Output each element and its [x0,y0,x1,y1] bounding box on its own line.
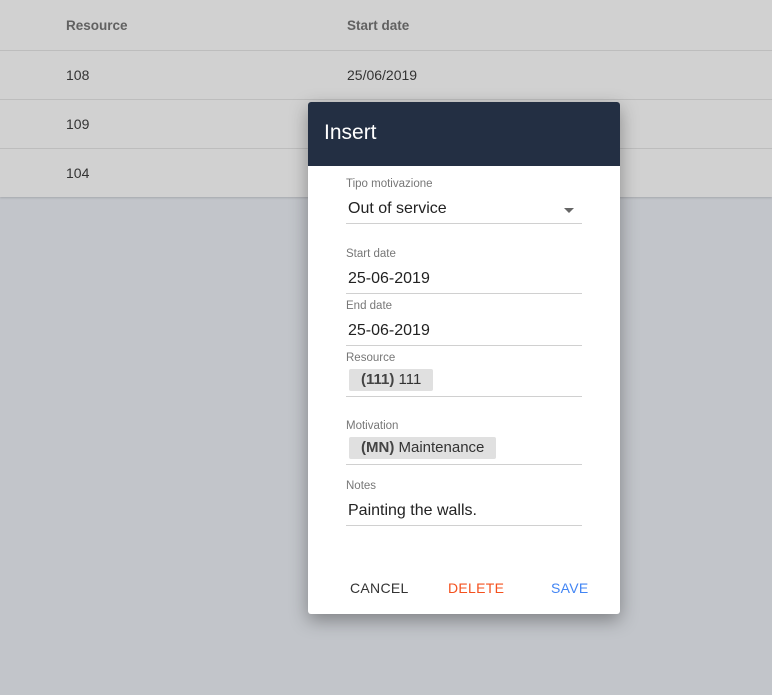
motivation-label: Motivation [346,420,399,432]
resource-chip[interactable]: (111) 111 [349,369,434,391]
motivation-chip[interactable]: (MN) Maintenance [349,437,497,459]
notes-value: Painting the walls. [348,502,477,519]
resource-label: Resource [346,352,396,364]
start-date-label: Start date [346,248,396,260]
start-date-field[interactable]: Start date 25-06-2019 [346,248,582,294]
dropdown-arrow-icon[interactable] [564,208,574,213]
end-date-label: End date [346,300,393,312]
end-date-value: 25-06-2019 [348,322,430,339]
dialog-title: Insert [324,121,377,144]
motivation-field[interactable]: Motivation (MN) Maintenance [346,420,582,465]
dialog-header: Insert [308,102,620,166]
tipo-motivazione-select[interactable]: Tipo motivazione Out of service [346,178,582,224]
resource-field[interactable]: Resource (111) 111 [346,352,582,397]
cell-resource: 109 [66,116,90,132]
table-header: Resource Start date [0,0,772,51]
notes-label: Notes [346,480,377,492]
cell-start-date: 25/06/2019 [347,67,418,83]
cell-resource: 104 [66,165,90,181]
notes-field[interactable]: Notes Painting the walls. [346,480,582,526]
delete-button[interactable]: DELETE [448,580,504,596]
end-date-field[interactable]: End date 25-06-2019 [346,300,582,346]
tipo-motivazione-label: Tipo motivazione [346,178,433,190]
tipo-motivazione-value: Out of service [348,200,447,217]
table-row[interactable]: 108 25/06/2019 [0,51,772,100]
column-header-start-date[interactable]: Start date [347,0,409,52]
save-button[interactable]: SAVE [551,580,589,596]
column-header-resource[interactable]: Resource [66,0,128,52]
cell-resource: 108 [66,67,90,83]
insert-dialog: Insert Tipo motivazione Out of service S… [308,102,620,614]
cancel-button[interactable]: CANCEL [350,580,409,596]
resource-chip-name: 111 [398,371,422,388]
dialog-actions: CANCEL DELETE SAVE [308,580,620,600]
resource-chip-code: (111) [361,371,395,388]
motivation-chip-code: (MN) [361,439,395,456]
start-date-value: 25-06-2019 [348,270,430,287]
motivation-chip-name: Maintenance [398,439,485,456]
